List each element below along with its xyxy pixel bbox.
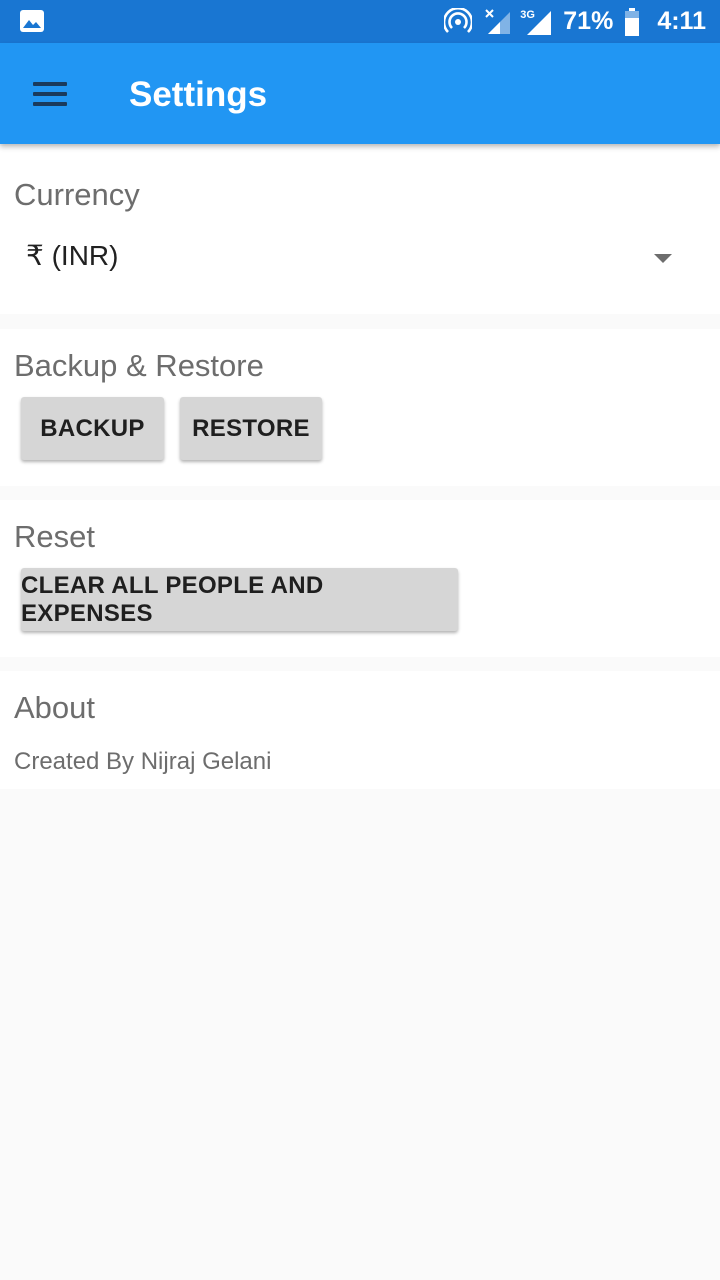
about-card: About Created By Nijraj Gelani xyxy=(0,671,720,789)
currency-spinner[interactable]: ₹ (INR) xyxy=(0,226,720,286)
currency-selected-value: ₹ (INR) xyxy=(26,240,119,271)
reset-title: Reset xyxy=(14,519,95,554)
backup-restore-card: Backup & Restore BACKUP RESTORE xyxy=(0,329,720,486)
battery-icon xyxy=(623,7,641,37)
currency-title: Currency xyxy=(14,177,140,212)
about-title: About xyxy=(14,690,96,725)
dropdown-arrow-icon xyxy=(654,254,672,263)
network-type-label: 3G xyxy=(520,8,535,21)
hotspot-icon xyxy=(443,7,473,37)
restore-button[interactable]: RESTORE xyxy=(180,397,322,460)
status-bar: 3G 71% 4:11 xyxy=(0,0,720,43)
battery-percent: 71% xyxy=(563,7,614,35)
clock: 4:11 xyxy=(657,7,706,35)
app-bar: Settings xyxy=(0,43,720,144)
about-text: Created By Nijraj Gelani xyxy=(14,748,272,775)
hamburger-menu-icon[interactable] xyxy=(26,73,74,117)
image-icon xyxy=(20,10,44,32)
signal-3g-icon: 3G xyxy=(520,7,553,37)
backup-button[interactable]: BACKUP xyxy=(21,397,164,460)
backup-restore-title: Backup & Restore xyxy=(14,348,264,383)
clear-all-button[interactable]: CLEAR ALL PEOPLE AND EXPENSES xyxy=(21,568,458,631)
signal-no-data-icon xyxy=(483,7,513,37)
page-title: Settings xyxy=(129,75,268,114)
currency-card: Currency ₹ (INR) xyxy=(0,146,720,314)
reset-card: Reset CLEAR ALL PEOPLE AND EXPENSES xyxy=(0,500,720,657)
